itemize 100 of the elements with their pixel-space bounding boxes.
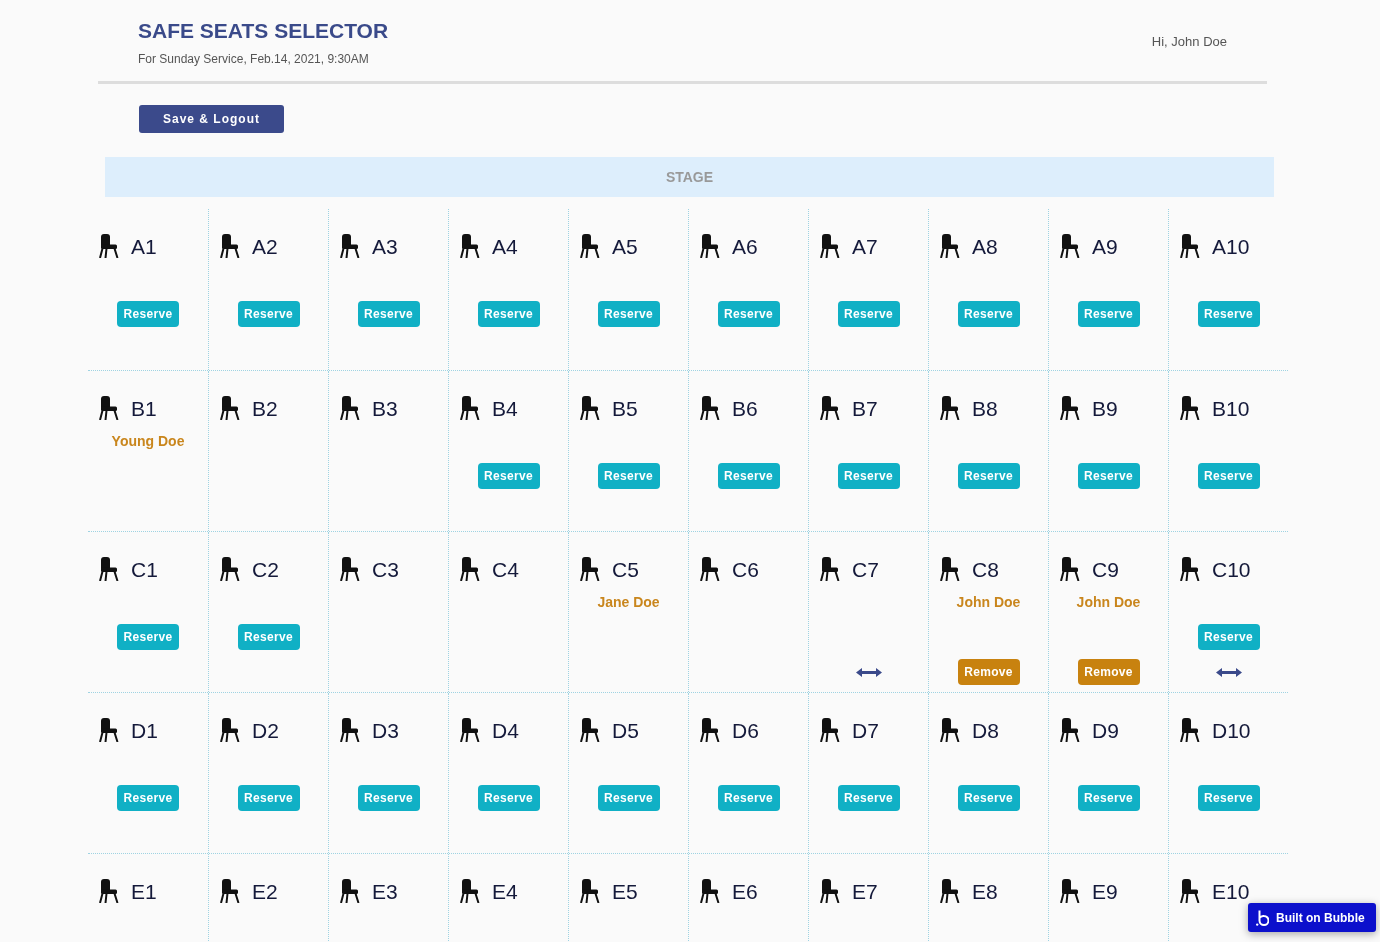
reserve-button[interactable]: Reserve (597, 463, 660, 489)
seat-label: C7 (852, 558, 879, 580)
reserve-button[interactable]: Reserve (597, 785, 660, 811)
chair-icon (700, 718, 720, 742)
reserve-button[interactable]: Reserve (837, 463, 900, 489)
seat-label: E3 (372, 880, 398, 902)
reserve-button[interactable]: Reserve (357, 785, 420, 811)
reserve-button[interactable]: Reserve (237, 301, 300, 327)
reserve-button[interactable]: Reserve (1197, 463, 1260, 489)
chair-icon (1180, 718, 1200, 742)
built-on-bubble-badge[interactable]: Built on Bubble (1248, 903, 1376, 932)
seat-label: E8 (972, 880, 998, 902)
chair-icon (1060, 879, 1080, 903)
chair-icon (700, 396, 720, 420)
chair-icon (820, 234, 840, 258)
seat-label: E1 (131, 880, 157, 902)
chair-icon (820, 396, 840, 420)
seat-label: B7 (852, 397, 878, 419)
chair-icon (340, 879, 360, 903)
reserve-button[interactable]: Reserve (837, 301, 900, 327)
seat-label: A8 (972, 235, 998, 257)
reserve-button[interactable]: Reserve (237, 624, 300, 650)
chair-icon (1060, 718, 1080, 742)
reserve-button[interactable]: Reserve (717, 301, 780, 327)
bubble-logo-icon (1256, 909, 1269, 926)
chair-icon (1180, 557, 1200, 581)
reserve-button[interactable]: Reserve (597, 301, 660, 327)
seat-label: D4 (492, 719, 519, 741)
reserve-button[interactable]: Reserve (117, 785, 179, 811)
reserve-button[interactable]: Reserve (1077, 463, 1140, 489)
seat-label: D3 (372, 719, 399, 741)
chair-icon (460, 234, 480, 258)
chair-icon (460, 718, 480, 742)
seat-label: B1 (131, 397, 157, 419)
reserve-button[interactable]: Reserve (117, 301, 179, 327)
remove-button[interactable]: Remove (1077, 659, 1140, 685)
seat-label: C3 (372, 558, 399, 580)
seat-label: C5 (612, 558, 639, 580)
reserve-button[interactable]: Reserve (957, 463, 1020, 489)
stage-bar: STAGE (105, 157, 1274, 197)
chair-icon (940, 234, 960, 258)
occupant-name: Jane Doe (597, 592, 660, 612)
reserve-button[interactable]: Reserve (357, 301, 420, 327)
reserve-button[interactable]: Reserve (837, 785, 900, 811)
reserve-button[interactable]: Reserve (1197, 301, 1260, 327)
reserve-button[interactable]: Reserve (717, 785, 780, 811)
chair-icon (340, 234, 360, 258)
chair-icon (940, 718, 960, 742)
chair-icon (820, 557, 840, 581)
reserve-button[interactable]: Reserve (237, 785, 300, 811)
reserve-button[interactable]: Reserve (717, 463, 780, 489)
reserve-button[interactable]: Reserve (1197, 785, 1260, 811)
seat-label: C1 (131, 558, 158, 580)
reserve-button[interactable]: Reserve (477, 463, 540, 489)
chair-icon (340, 557, 360, 581)
chair-icon (220, 234, 240, 258)
double-arrow-icon[interactable] (1215, 667, 1242, 677)
chair-icon (1060, 234, 1080, 258)
seat-label: A9 (1092, 235, 1118, 257)
chair-icon (220, 718, 240, 742)
seat-label: C2 (252, 558, 279, 580)
seat-label: E7 (852, 880, 878, 902)
seat-label: B4 (492, 397, 518, 419)
seat-label: A6 (732, 235, 758, 257)
seat-label: B2 (252, 397, 278, 419)
seat-label: D9 (1092, 719, 1119, 741)
seat-label: D7 (852, 719, 879, 741)
occupant-name: John Doe (956, 592, 1021, 612)
seat-label: B8 (972, 397, 998, 419)
seat-label: D10 (1212, 719, 1251, 741)
seat-label: D1 (131, 719, 158, 741)
chair-icon (220, 879, 240, 903)
save-logout-button[interactable]: Save & Logout (139, 105, 284, 133)
reserve-button[interactable]: Reserve (957, 785, 1020, 811)
seat-label: A7 (852, 235, 878, 257)
seat-label: A5 (612, 235, 638, 257)
reserve-button[interactable]: Reserve (1197, 624, 1260, 650)
seat-label: E4 (492, 880, 518, 902)
double-arrow-icon[interactable] (855, 667, 882, 677)
chair-icon (580, 879, 600, 903)
reserve-button[interactable]: Reserve (1077, 785, 1140, 811)
chair-icon (940, 879, 960, 903)
reserve-button[interactable]: Reserve (957, 301, 1020, 327)
page-title: SAFE SEATS SELECTOR (138, 18, 389, 43)
reserve-button[interactable]: Reserve (1077, 301, 1140, 327)
chair-icon (220, 557, 240, 581)
reserve-button[interactable]: Reserve (477, 785, 540, 811)
service-subtitle: For Sunday Service, Feb.14, 2021, 9:30AM (138, 51, 370, 67)
seat-label: E6 (732, 880, 758, 902)
reserve-button[interactable]: Reserve (477, 301, 540, 327)
seat-label: B10 (1212, 397, 1250, 419)
seat-label: C8 (972, 558, 999, 580)
seat-label: A1 (131, 235, 157, 257)
seat-label: D6 (732, 719, 759, 741)
greeting-text: Hi, John Doe (1151, 34, 1227, 50)
chair-icon (1180, 396, 1200, 420)
reserve-button[interactable]: Reserve (117, 624, 179, 650)
seat-label: C6 (732, 558, 759, 580)
remove-button[interactable]: Remove (957, 659, 1020, 685)
chair-icon (99, 879, 119, 903)
